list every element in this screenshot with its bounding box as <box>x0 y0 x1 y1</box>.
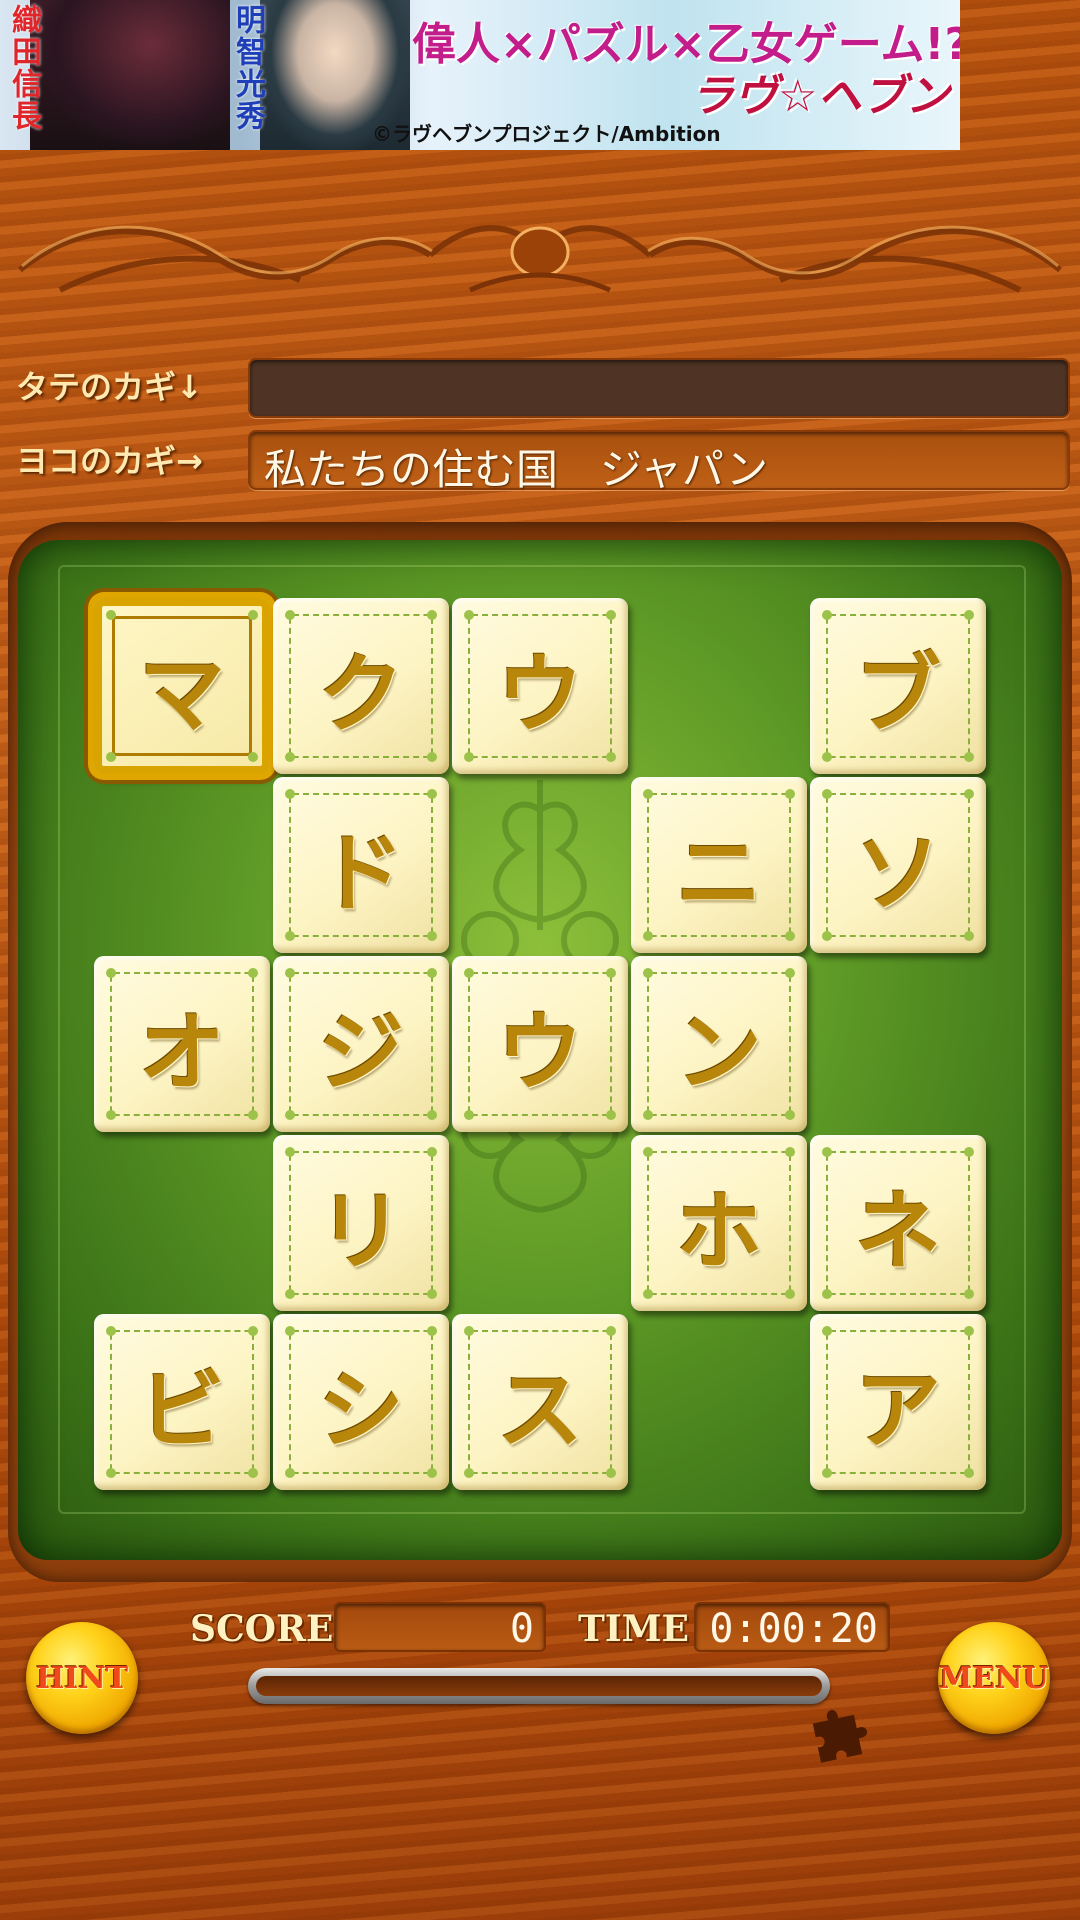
horizontal-clue-text: 私たちの住む国 ジャパン <box>264 445 769 494</box>
puzzle-piece-icon <box>812 1709 868 1763</box>
tile-letter: マ <box>139 644 225 745</box>
hint-button-label: HINT <box>35 1660 129 1696</box>
letter-tile[interactable]: ウ <box>452 598 628 774</box>
tile-letter: ウ <box>497 1002 583 1103</box>
tile-letter: リ <box>318 1181 404 1282</box>
tile-letter: ジ <box>318 1002 404 1103</box>
ad-logo: ラヴ☆ヘブン <box>690 71 950 122</box>
ad-character-portrait-1 <box>30 0 230 150</box>
ad-banner[interactable]: 織田信長 明智光秀 偉人×パズル×乙女ゲーム!? ラヴ☆ヘブン ©ラヴヘブンプロ… <box>0 0 960 150</box>
letter-tile[interactable]: ド <box>273 777 449 953</box>
tile-letter: ド <box>318 823 404 924</box>
tile-letter: オ <box>139 1002 225 1103</box>
horizontal-clue-box: 私たちの住む国 ジャパン <box>248 430 1070 494</box>
tile-letter: シ <box>318 1360 404 1461</box>
letter-tile[interactable]: シ <box>273 1314 449 1490</box>
horizontal-clue-label: ヨコのカギ→ <box>16 442 203 480</box>
letter-tile[interactable]: ク <box>273 598 449 774</box>
letter-tile[interactable]: ン <box>631 956 807 1132</box>
tile-letter: ソ <box>855 823 941 924</box>
tile-letter: ウ <box>497 644 583 745</box>
letter-tile[interactable]: ス <box>452 1314 628 1490</box>
tile-letter: ニ <box>676 823 762 924</box>
letter-tile[interactable]: ビ <box>94 1314 270 1490</box>
progress-fill-track <box>256 1676 822 1696</box>
letter-tile[interactable]: ニ <box>631 777 807 953</box>
time-label: TIME <box>578 1608 689 1650</box>
menu-button-label: MENU <box>939 1660 1049 1696</box>
tile-letter: ホ <box>676 1181 762 1282</box>
ad-name-left: 織田信長 <box>6 4 41 132</box>
letter-tile[interactable]: ネ <box>810 1135 986 1311</box>
menu-button[interactable]: MENU <box>938 1622 1050 1734</box>
score-label: SCORE <box>190 1608 334 1650</box>
letter-tile[interactable]: マ <box>94 598 270 774</box>
letter-tile[interactable]: ホ <box>631 1135 807 1311</box>
ad-name-right: 明智光秀 <box>230 4 265 132</box>
letter-tile[interactable]: ジ <box>273 956 449 1132</box>
tile-letter: ブ <box>855 644 941 745</box>
vertical-clue-box <box>248 358 1070 418</box>
tile-letter: ビ <box>139 1360 225 1461</box>
ornament-carving <box>18 225 1062 293</box>
progress-bar <box>248 1668 830 1704</box>
tile-letter: ネ <box>855 1181 941 1282</box>
hint-button[interactable]: HINT <box>26 1622 138 1734</box>
letter-tile[interactable]: ウ <box>452 956 628 1132</box>
tile-letter: ク <box>318 644 404 745</box>
vertical-clue-label: タテのカギ↓ <box>16 368 203 406</box>
tile-letter: ン <box>676 1002 762 1103</box>
letter-tile[interactable]: リ <box>273 1135 449 1311</box>
letter-tile[interactable]: ア <box>810 1314 986 1490</box>
letter-tile[interactable]: ソ <box>810 777 986 953</box>
letter-tile[interactable]: オ <box>94 956 270 1132</box>
time-value: 0:00:20 <box>694 1602 890 1652</box>
tile-letter: ス <box>497 1360 583 1461</box>
score-value: 0 <box>334 1602 546 1652</box>
tile-letter: ア <box>855 1360 941 1461</box>
letter-tile[interactable]: ブ <box>810 598 986 774</box>
ad-copyright: ©ラヴヘブンプロジェクト/Ambition <box>372 122 721 146</box>
